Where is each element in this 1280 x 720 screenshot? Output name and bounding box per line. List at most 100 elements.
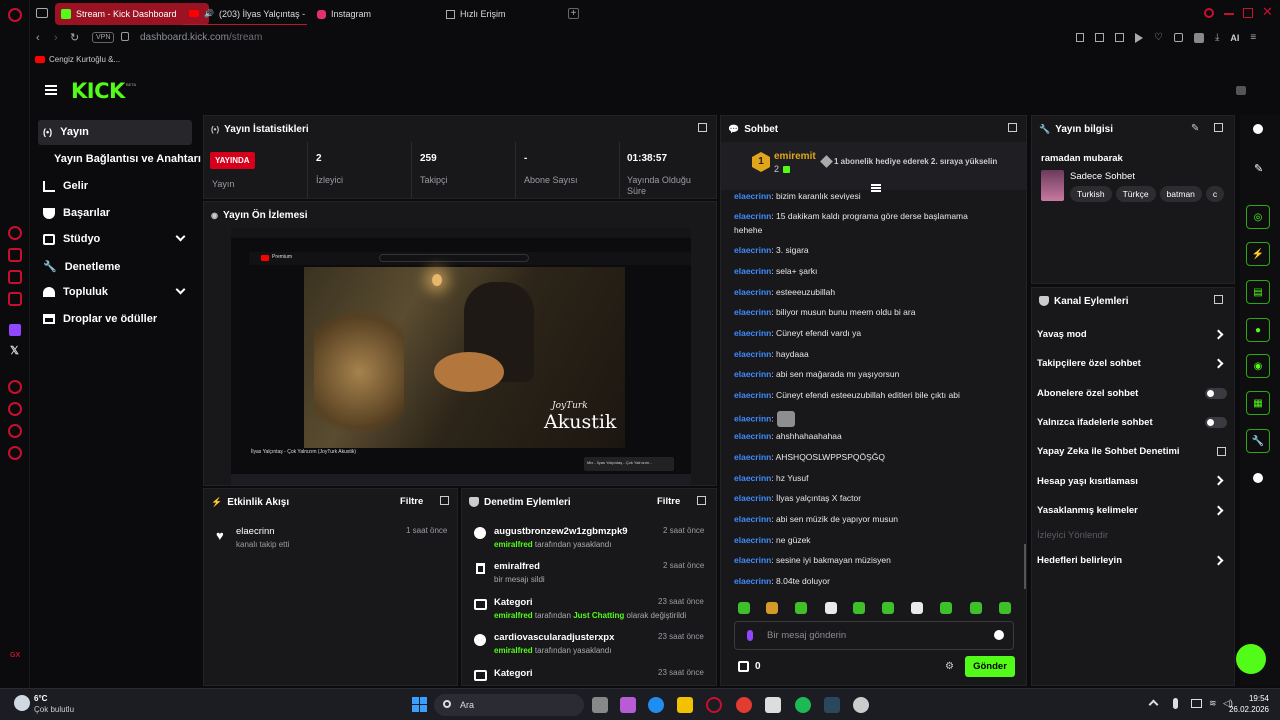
emote-icon[interactable] — [738, 602, 750, 614]
sidebar-app-icon[interactable] — [8, 248, 22, 262]
tab-instagram[interactable]: Instagram — [311, 3, 435, 25]
filter-button[interactable]: Filtre — [657, 496, 680, 507]
bookmark-item[interactable]: Cengiz Kurtoğlu &... — [49, 55, 120, 64]
moderation-actor[interactable]: emiralfred — [494, 646, 533, 655]
chat-username[interactable]: elaecrinn — [734, 328, 771, 338]
sidebar-item-topluluk[interactable]: Topluluk — [43, 286, 108, 298]
chat-username[interactable]: elaecrinn — [734, 245, 771, 255]
popout-icon[interactable] — [698, 123, 707, 132]
windows-start-icon[interactable] — [412, 697, 427, 712]
aria-ai-button[interactable]: AI — [1230, 33, 1239, 43]
wrench-tool-button[interactable]: 🔧 — [1246, 429, 1270, 453]
emote-icon[interactable] — [795, 602, 807, 614]
send-button[interactable]: Gönder — [965, 656, 1015, 677]
snapshot-icon[interactable] — [1095, 33, 1104, 42]
opera-gx-icon[interactable] — [706, 697, 722, 713]
spotify-icon[interactable] — [795, 697, 811, 713]
edit-pencil-icon[interactable]: ✎ — [1254, 162, 1263, 175]
emote-icon[interactable] — [999, 602, 1011, 614]
chat-username[interactable]: elaecrinn — [734, 266, 771, 276]
heart-icon[interactable]: ♡ — [1154, 33, 1163, 43]
chat-username[interactable]: elaecrinn — [734, 307, 771, 317]
minimize-button[interactable] — [1224, 13, 1234, 15]
subscribers-only-toggle[interactable] — [1205, 388, 1227, 399]
moderation-actor[interactable]: emiralfred — [494, 540, 533, 549]
chat-username[interactable]: elaecrinn — [734, 390, 771, 400]
moderation-target[interactable]: Kategori — [494, 668, 533, 679]
display-icon[interactable] — [1191, 699, 1202, 708]
chat-username[interactable]: elaecrinn — [734, 514, 771, 524]
app-icon[interactable] — [853, 697, 869, 713]
tag-chip[interactable]: Türkçe — [1115, 186, 1156, 202]
opera-logo-icon[interactable] — [8, 8, 22, 22]
chat-scrollbar[interactable] — [1024, 544, 1026, 589]
chat-username[interactable]: elaecrinn — [734, 473, 771, 483]
chevron-down-icon[interactable] — [175, 284, 186, 295]
network-icon[interactable]: ≋ — [1209, 698, 1217, 709]
emote-only-toggle[interactable] — [1205, 417, 1227, 428]
emote-icon[interactable] — [882, 602, 894, 614]
search-tabs-icon[interactable] — [1204, 8, 1214, 18]
chat-username[interactable]: elaecrinn — [734, 191, 771, 200]
history-icon[interactable] — [8, 402, 22, 416]
sidebar-item-droplar[interactable]: Droplar ve ödüller — [43, 313, 157, 325]
hamburger-menu-icon[interactable] — [45, 85, 57, 87]
chat-username[interactable]: elaecrinn — [734, 535, 771, 545]
emote-icon[interactable] — [766, 602, 778, 614]
extensions-icon[interactable] — [1173, 33, 1183, 42]
category-thumbnail[interactable] — [1041, 170, 1064, 201]
menu-icon[interactable]: ≡ — [1250, 33, 1256, 43]
clock-date[interactable]: 26.02.2026 — [1220, 705, 1269, 714]
broadcast-tool-button[interactable]: ◉ — [1246, 354, 1270, 378]
sidebar-item-studyo[interactable]: Stüdyo — [43, 233, 100, 245]
chat-username[interactable]: elaecrinn — [734, 576, 771, 586]
app-icon[interactable] — [620, 697, 636, 713]
download-icon[interactable]: ⤓ — [1215, 33, 1219, 43]
sidebar-app-icon[interactable] — [8, 226, 22, 240]
chat-username[interactable]: elaecrinn — [734, 413, 771, 423]
microphone-icon[interactable] — [1173, 698, 1178, 709]
activity-user[interactable]: elaecrinn — [236, 526, 275, 537]
pin-icon[interactable] — [1076, 33, 1084, 42]
more-tools-icon[interactable] — [1253, 473, 1263, 483]
chat-username[interactable]: elaecrinn — [734, 493, 771, 503]
chat-username[interactable]: elaecrinn — [734, 431, 771, 441]
sidebar-item-basarilar[interactable]: Başarılar — [43, 207, 110, 219]
weather-text[interactable]: Çok bulutlu — [34, 705, 74, 714]
popout-icon[interactable] — [1008, 123, 1017, 132]
kick-logo[interactable]: KICK — [71, 79, 125, 103]
wallet-icon[interactable] — [1115, 33, 1124, 42]
lightning-tool-button[interactable]: ⚡ — [1246, 242, 1270, 266]
chat-username[interactable]: elaecrinn — [734, 369, 771, 379]
support-chat-button[interactable] — [1236, 644, 1266, 674]
chevron-down-icon[interactable] — [175, 231, 186, 242]
sidebar-item-gelir[interactable]: Gelir — [43, 180, 88, 192]
chrome-icon[interactable] — [736, 697, 752, 713]
chat-tool-button[interactable]: ● — [1246, 318, 1270, 342]
emote-icon[interactable] — [970, 602, 982, 614]
tab-youtube[interactable]: 🔊 (203) İlyas Yalçıntaş - — [183, 3, 307, 25]
moderation-target[interactable]: emiralfred — [494, 561, 540, 572]
notes-tool-button[interactable]: ▤ — [1246, 280, 1270, 304]
popout-icon[interactable] — [440, 496, 449, 505]
player-icon[interactable] — [8, 380, 22, 394]
tab-speed-dial[interactable]: Hızlı Erişim — [440, 3, 564, 25]
stream-preview-video[interactable]: Premium JoyTurk Akustik İlyas Yalçıntaş … — [231, 228, 691, 485]
x-icon[interactable]: 𝕏 — [10, 344, 19, 357]
emote-icon[interactable] — [853, 602, 865, 614]
points-icon[interactable] — [738, 661, 749, 672]
back-icon[interactable]: ‹ — [36, 32, 40, 44]
settings-icon[interactable] — [8, 446, 22, 460]
tag-chip[interactable]: c — [1205, 186, 1225, 202]
popout-icon[interactable] — [1214, 123, 1223, 132]
popout-icon[interactable] — [1214, 295, 1223, 304]
twitch-icon[interactable] — [9, 324, 21, 336]
moderation-category[interactable]: Just Chatting — [573, 611, 624, 620]
store-icon[interactable] — [765, 697, 781, 713]
sidebar-item-yayin[interactable]: (•) Yayın — [43, 126, 89, 138]
new-tab-button[interactable]: + — [568, 8, 579, 19]
clip-tool-button[interactable]: ◎ — [1246, 205, 1270, 229]
maximize-button[interactable] — [1243, 8, 1253, 18]
tag-chip[interactable]: Turkish — [1070, 186, 1112, 202]
chat-username[interactable]: elaecrinn — [734, 287, 771, 297]
